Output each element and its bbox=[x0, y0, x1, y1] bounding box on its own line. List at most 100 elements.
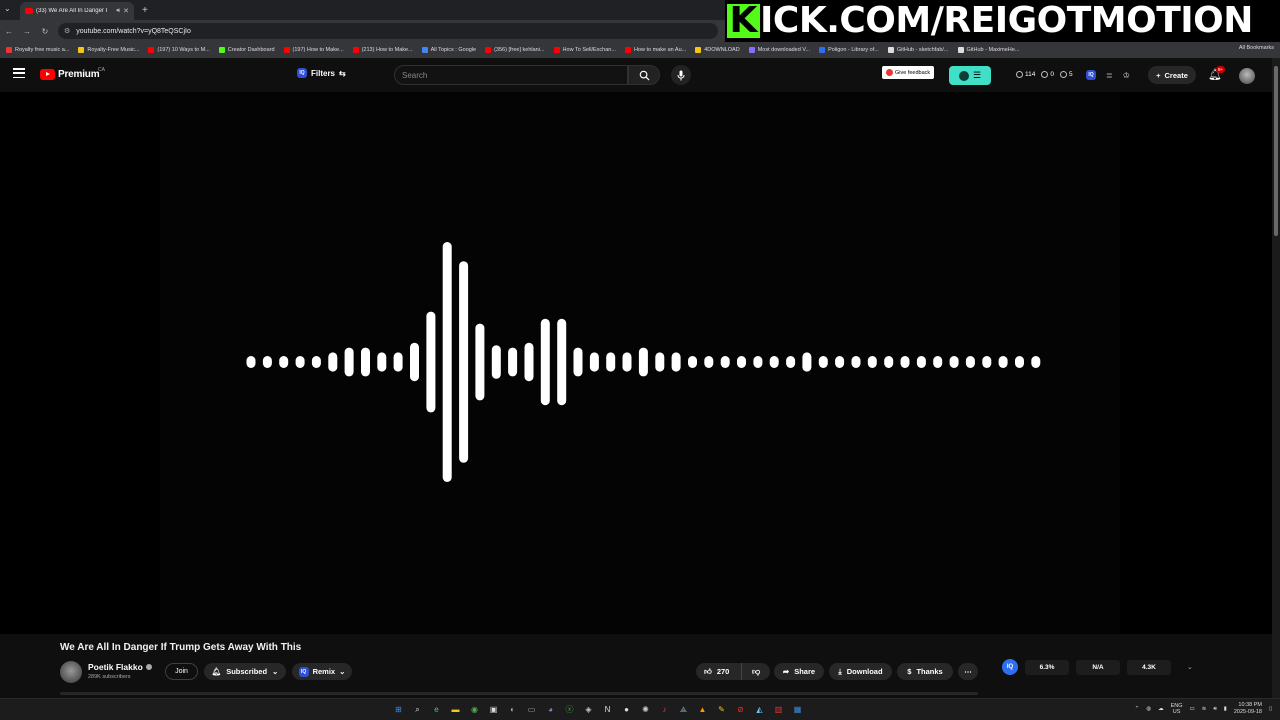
filters-button[interactable]: IQ Filters ⇆ bbox=[297, 68, 346, 78]
account-avatar[interactable] bbox=[1239, 68, 1255, 84]
search-button[interactable] bbox=[628, 65, 660, 85]
display-icon[interactable]: ▭ bbox=[1190, 706, 1195, 712]
page-scrollbar[interactable] bbox=[1272, 58, 1280, 698]
language-indicator[interactable]: ENG US bbox=[1171, 703, 1183, 715]
eye-icon bbox=[1041, 71, 1049, 78]
bell-icon: 🔔︎ bbox=[211, 667, 222, 676]
join-button[interactable]: Join bbox=[165, 663, 198, 680]
app4-icon[interactable]: ⊘ bbox=[733, 702, 748, 717]
create-button[interactable]: + Create bbox=[1148, 66, 1196, 84]
video-player[interactable] bbox=[0, 92, 1272, 634]
iq-logo-icon[interactable]: IQ bbox=[1002, 659, 1018, 675]
waveform-bar bbox=[704, 356, 714, 368]
wifi-icon[interactable]: ≋ bbox=[1202, 706, 1207, 712]
more-actions-button[interactable]: ⋯ bbox=[958, 663, 978, 680]
edge-icon[interactable]: e bbox=[429, 702, 444, 717]
subscribed-button[interactable]: 🔔︎ Subscribed ⌄ bbox=[204, 663, 286, 680]
tab-close-icon[interactable]: ✕ bbox=[123, 7, 129, 15]
dislike-button[interactable]: 👎︎ bbox=[742, 667, 770, 677]
chrome-icon[interactable]: ◉ bbox=[467, 702, 482, 717]
download-button[interactable]: ⤓ Download bbox=[829, 663, 892, 680]
store-icon[interactable]: ▣ bbox=[486, 702, 501, 717]
bookmark-item[interactable]: Royalty-Free Music... bbox=[78, 47, 139, 53]
search-icon[interactable]: ⌕ bbox=[410, 702, 425, 717]
github-icon[interactable]: ● bbox=[619, 702, 634, 717]
app-icon[interactable]: ▭ bbox=[524, 702, 539, 717]
discord-icon[interactable]: ◕ bbox=[543, 702, 558, 717]
url-bar[interactable]: ⚙ youtube.com/watch?v=yQ8TeQSCjIo bbox=[58, 23, 718, 39]
bookmark-item[interactable]: How to make an Au... bbox=[624, 47, 686, 53]
browser-tab-active[interactable]: (33) We Are All In Danger I 🔊︎ ✕ bbox=[20, 2, 134, 20]
remix-button[interactable]: IQ Remix ⌄ bbox=[292, 663, 352, 680]
award-icon[interactable]: ♔ bbox=[1123, 71, 1130, 80]
bookmark-item[interactable]: How To Sell/Exchan... bbox=[553, 47, 616, 53]
country-code: CA bbox=[98, 67, 105, 73]
channel-avatar[interactable] bbox=[60, 661, 82, 683]
scrollbar-thumb[interactable] bbox=[1274, 66, 1278, 236]
like-button[interactable]: 👍︎ 270 bbox=[696, 663, 742, 680]
plus-icon: + bbox=[1156, 70, 1161, 80]
app5-icon[interactable]: ◭ bbox=[752, 702, 767, 717]
reload-icon[interactable]: ↻ bbox=[36, 27, 54, 36]
tab-audio-icon[interactable]: 🔊︎ bbox=[116, 8, 120, 15]
fl-studio-icon[interactable]: ▲ bbox=[695, 702, 710, 717]
youtube-premium-logo[interactable]: Premium bbox=[40, 69, 100, 80]
notion-icon[interactable]: N bbox=[600, 702, 615, 717]
forward-icon[interactable]: → bbox=[18, 27, 36, 36]
bookmark-item[interactable]: Creator Dashboard bbox=[218, 47, 275, 53]
app6-icon[interactable]: ▥ bbox=[771, 702, 786, 717]
bookmark-label: All Topics : Google bbox=[430, 47, 477, 53]
steam-icon[interactable]: ◐ bbox=[505, 702, 520, 717]
windows-start-icon[interactable]: ⊞ bbox=[391, 702, 406, 717]
network-icon[interactable]: ◍ bbox=[1146, 706, 1151, 712]
bookmarks-bar: Royalty free music a... Royalty-Free Musi… bbox=[0, 42, 1280, 58]
tiktok-icon[interactable]: ♪ bbox=[657, 702, 672, 717]
extension-toggle-button[interactable]: ☰ bbox=[949, 66, 991, 85]
pencil-icon[interactable]: ✎ bbox=[714, 702, 729, 717]
bookmark-item[interactable]: Most downloaded V... bbox=[748, 47, 810, 53]
lang-bottom: US bbox=[1172, 709, 1181, 715]
cloud-icon[interactable]: ☁ bbox=[1158, 706, 1164, 712]
waveform-bar bbox=[622, 352, 632, 372]
app3-icon[interactable]: ⟁ bbox=[676, 702, 691, 717]
hamburger-menu-icon[interactable] bbox=[13, 68, 25, 78]
thanks-button[interactable]: $ Thanks bbox=[897, 663, 953, 680]
channel-name-row[interactable]: Poetik Flakko bbox=[88, 662, 152, 672]
app7-icon[interactable]: ▦ bbox=[790, 702, 805, 717]
app2-icon[interactable]: ◈ bbox=[581, 702, 596, 717]
voice-search-button[interactable] bbox=[671, 65, 691, 85]
bookmark-item[interactable]: (356) [free] kehlani... bbox=[485, 47, 545, 53]
tab-search-chevron-icon[interactable]: ⌄ bbox=[4, 4, 11, 13]
battery-icon[interactable]: ▮ bbox=[1224, 706, 1227, 712]
bookmark-item[interactable]: GitHub - MaximeHe... bbox=[957, 47, 1019, 53]
waveform-bar bbox=[933, 356, 943, 368]
bookmark-item[interactable]: Poligon - Library of... bbox=[819, 47, 879, 53]
give-feedback-button[interactable]: Give feedback bbox=[882, 66, 935, 79]
new-tab-icon[interactable]: + bbox=[142, 5, 148, 16]
bookmark-item[interactable]: GitHub - sketchfab/... bbox=[887, 47, 949, 53]
chevron-down-icon[interactable]: ⌄ bbox=[1187, 663, 1193, 671]
search-input[interactable]: Search bbox=[394, 65, 628, 85]
volume-icon[interactable]: 🔊︎ bbox=[1213, 706, 1216, 713]
davinci-icon[interactable]: ✺ bbox=[638, 702, 653, 717]
bookmark-item[interactable]: (197) 10 Ways to M... bbox=[148, 47, 210, 53]
bookmark-item[interactable]: (197) How to Make... bbox=[283, 47, 344, 53]
channel-name[interactable]: Poetik Flakko bbox=[88, 662, 143, 672]
share-icon: ➦ bbox=[782, 667, 790, 676]
bookmark-item[interactable]: (213) How to Make... bbox=[352, 47, 413, 53]
site-info-icon[interactable]: ⚙ bbox=[64, 27, 70, 35]
notification-center-icon[interactable]: ▯ bbox=[1269, 706, 1272, 712]
xbox-icon[interactable]: ⓧ bbox=[562, 702, 577, 717]
chevron-up-icon[interactable]: ⌃ bbox=[1135, 706, 1140, 712]
iq-icon[interactable]: IQ bbox=[1086, 70, 1096, 80]
clock[interactable]: 10:38 PM 2025-09-18 bbox=[1234, 702, 1262, 716]
tags-icon[interactable]: ≣ bbox=[1106, 71, 1113, 80]
all-bookmarks-button[interactable]: All Bookmarks bbox=[1239, 45, 1274, 51]
iq-icon: IQ bbox=[298, 666, 309, 677]
file-explorer-icon[interactable]: ▬ bbox=[448, 702, 463, 717]
back-icon[interactable]: ← bbox=[0, 27, 18, 36]
bookmark-item[interactable]: Royalty free music a... bbox=[6, 47, 69, 53]
share-button[interactable]: ➦ Share bbox=[774, 663, 824, 680]
bookmark-item[interactable]: 4DOWNLOAD bbox=[695, 47, 740, 53]
bookmark-item[interactable]: All Topics : Google bbox=[421, 47, 477, 53]
